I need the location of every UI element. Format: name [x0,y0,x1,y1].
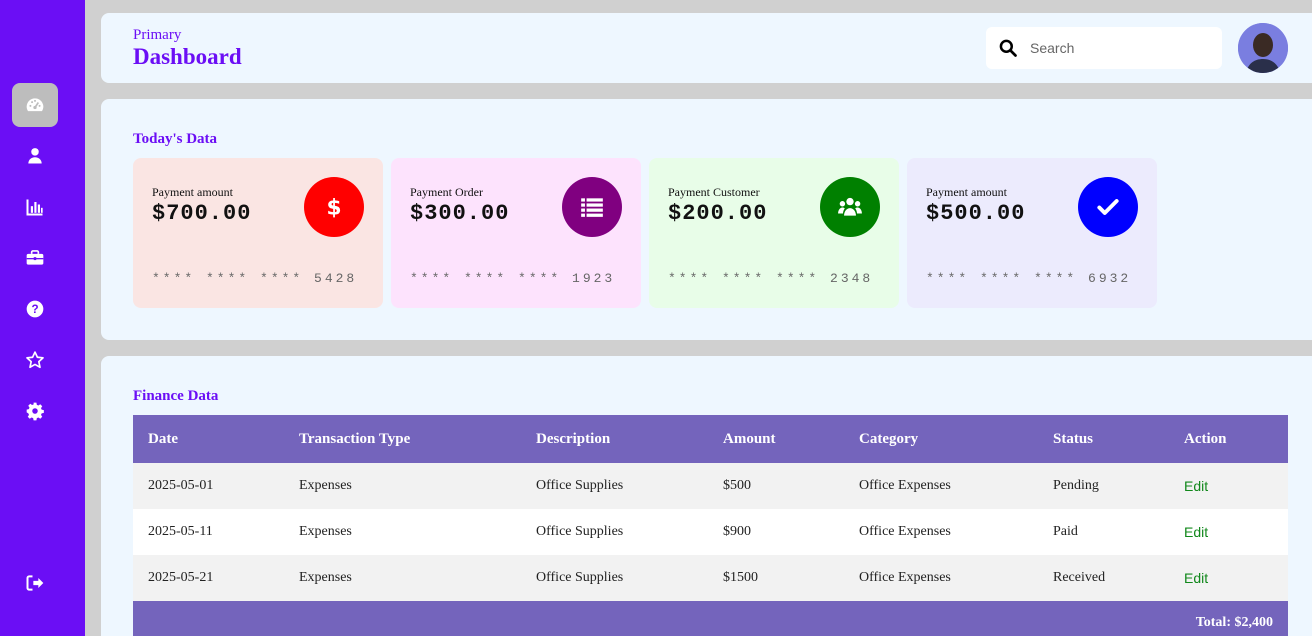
card-amount: $700.00 [152,201,252,226]
card-icon-circle [820,177,880,237]
cell-status: Received [1038,555,1169,601]
card-icon-circle: $ [304,177,364,237]
column-header-amount: Amount [708,415,844,463]
card-number: **** **** **** 5428 [152,271,358,286]
search-input[interactable] [1030,40,1210,56]
cell-description: Office Supplies [521,555,708,601]
column-header-category: Category [844,415,1038,463]
column-header-transaction-type: Transaction Type [284,415,521,463]
sidebar-item-chart[interactable] [12,185,58,229]
cell-description: Office Supplies [521,509,708,555]
users-icon [838,197,862,216]
total-amount: Total: $2,400 [1195,615,1273,630]
column-header-date: Date [133,415,284,463]
search-box[interactable] [986,27,1222,69]
card-icon-circle [562,177,622,237]
dollar-icon: $ [326,196,341,220]
cell-amount: $500 [708,463,844,509]
cell-status: Paid [1038,509,1169,555]
card-label: Payment amount [926,185,1007,199]
card-label: Payment Customer [668,185,760,199]
table-row: 2025-05-21 Expenses Office Supplies $150… [133,555,1288,601]
sidebar-item-logout[interactable] [12,561,58,605]
page-subtitle: Primary [133,27,182,43]
sidebar-item-dashboard[interactable] [12,83,58,127]
card-number: **** **** **** 1923 [410,271,616,286]
cell-description: Office Supplies [521,463,708,509]
today-panel: Today's Data Payment amount $700.00 $ **… [101,99,1312,340]
table-row: 2025-05-01 Expenses Office Supplies $500… [133,463,1288,509]
payment-card[interactable]: Payment amount $500.00 **** **** **** 69… [907,158,1157,308]
card-amount: $300.00 [410,201,510,226]
card-number: **** **** **** 6932 [926,271,1132,286]
card-icon-circle [1078,177,1138,237]
logout-icon [26,575,44,591]
cell-category: Office Expenses [844,509,1038,555]
card-number: **** **** **** 2348 [668,271,874,286]
search-icon [999,39,1017,57]
list-icon [581,198,603,217]
card-amount: $500.00 [926,201,1026,226]
card-amount: $200.00 [668,201,768,226]
card-label: Payment Order [410,185,483,199]
edit-link[interactable]: Edit [1169,509,1288,555]
sidebar-item-help[interactable]: ? [12,287,58,331]
briefcase-icon [26,250,44,265]
sidebar: ? [0,0,85,636]
column-header-status: Status [1038,415,1169,463]
cell-transaction-type: Expenses [284,555,521,601]
page-title: Dashboard [133,44,242,69]
svg-text:$: $ [326,196,341,220]
profile-photo [1238,23,1288,73]
edit-link[interactable]: Edit [1169,463,1288,509]
payment-card[interactable]: Payment Customer $200.00 **** **** **** … [649,158,899,308]
payment-card[interactable]: Payment Order $300.00 **** **** **** 192… [391,158,641,308]
cell-date: 2025-05-01 [133,463,284,509]
svg-text:?: ? [31,303,38,316]
help-icon: ? [26,300,44,318]
card-label: Payment amount [152,185,233,199]
edit-link[interactable]: Edit [1169,555,1288,601]
gear-icon [26,402,44,421]
cell-category: Office Expenses [844,463,1038,509]
section-title-finance: Finance Data [133,388,219,404]
check-icon [1097,199,1119,215]
table-footer: Total: $2,400 [133,601,1288,636]
section-title-today: Today's Data [133,131,218,147]
finance-panel: Finance Data Date Transaction Type Descr… [101,356,1312,636]
cell-status: Pending [1038,463,1169,509]
star-icon [26,351,44,369]
header: Primary Dashboard [101,13,1312,83]
cell-date: 2025-05-11 [133,509,284,555]
sidebar-item-settings[interactable] [12,389,58,433]
cell-transaction-type: Expenses [284,463,521,509]
sidebar-item-briefcase[interactable] [12,236,58,280]
column-header-action: Action [1169,415,1288,463]
table-row: 2025-05-11 Expenses Office Supplies $900… [133,509,1288,555]
dashboard-icon [26,98,44,112]
table-header-row: Date Transaction Type Description Amount… [133,415,1288,463]
user-icon [28,148,42,164]
finance-table: Date Transaction Type Description Amount… [133,415,1288,601]
cell-transaction-type: Expenses [284,509,521,555]
chart-icon [26,199,43,216]
payment-card[interactable]: Payment amount $700.00 $ **** **** **** … [133,158,383,308]
cell-category: Office Expenses [844,555,1038,601]
sidebar-item-user[interactable] [12,134,58,178]
sidebar-item-favorites[interactable] [12,338,58,382]
cell-amount: $900 [708,509,844,555]
avatar[interactable] [1238,23,1288,73]
cell-date: 2025-05-21 [133,555,284,601]
cell-amount: $1500 [708,555,844,601]
column-header-description: Description [521,415,708,463]
